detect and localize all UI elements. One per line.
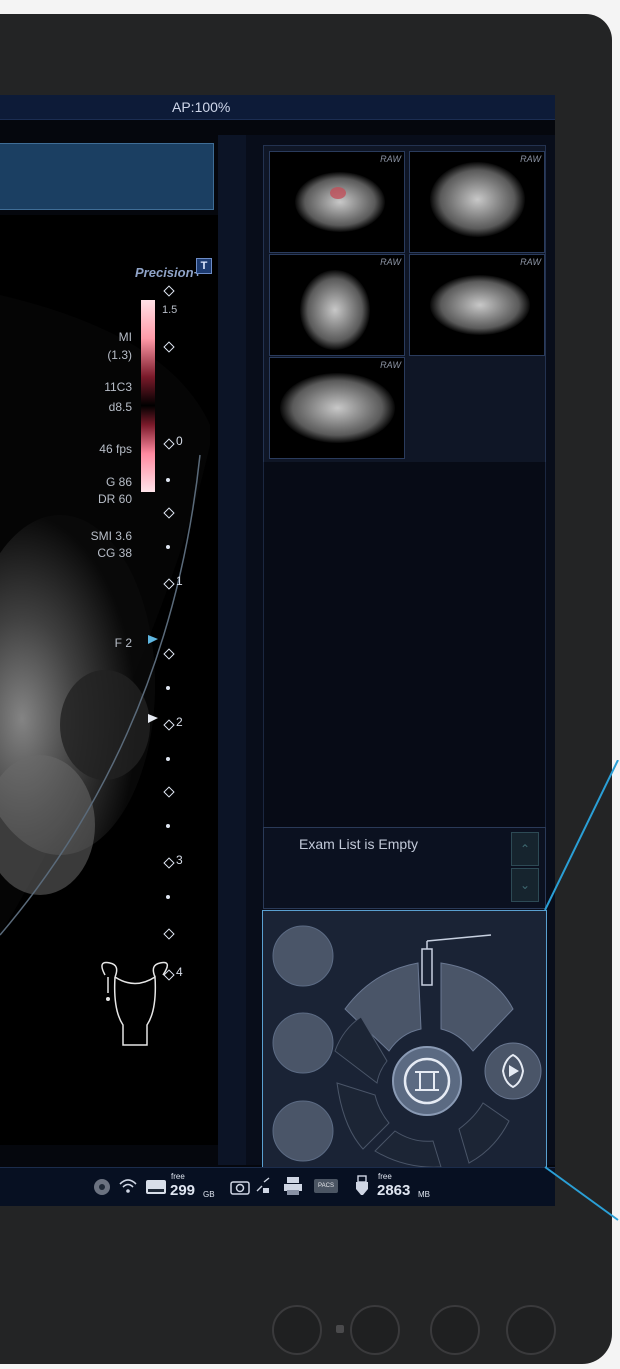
memory-free-label: free [378,1172,392,1181]
uterus-body-marker-icon[interactable] [95,955,175,1055]
callout-line-lower [544,1166,619,1221]
sector-top-right-button[interactable] [440,962,514,1052]
disk-free-value: 299 [170,1182,196,1199]
hard-disk-icon [146,1180,166,1194]
wifi-icon [119,1179,137,1193]
clipboard-thumbnail-panel: RAW RAW RAW RAW RAW [263,145,546,464]
thumbnail-raw-label: RAW [380,154,401,164]
param-frame-rate: 46 fps [99,442,132,456]
param-mi-label: MI [118,330,132,344]
param-gain: G 86 [105,475,132,489]
exam-list-down-button[interactable]: ⌄ [511,868,539,902]
bottom-status-bar: free 299 GB PACS free 2863 MB [0,1167,555,1206]
usb-memory-icon [356,1175,368,1195]
image-frame-divider [218,135,246,1165]
hardware-button-2[interactable] [350,1305,400,1355]
image-list-area [263,462,546,828]
soft-key-2-button[interactable] [272,1012,334,1074]
disk-free-label: free [171,1172,185,1181]
sector-lower-right-button[interactable] [458,1102,510,1164]
camera-icon[interactable] [230,1178,250,1196]
depth-label: 2 [176,715,183,729]
soft-key-3-button[interactable] [272,1100,334,1162]
exam-list-up-button[interactable]: ⌃ [511,832,539,866]
soft-key-1-button[interactable] [272,925,334,987]
thumbnail-image[interactable]: RAW [269,254,405,356]
param-smi: SMI 3.6 [90,529,132,543]
thumbnail-raw-label: RAW [380,257,401,267]
touch-control-panel [262,910,547,1170]
depth-label: 4 [176,965,183,979]
param-mi-value: (1.3) [107,348,132,362]
top-status-bar: AP:100% [0,95,555,120]
depth-tick [166,824,170,828]
hardware-button-1[interactable] [272,1305,322,1355]
focus-position-icon [148,714,158,723]
network-transfer-icon [256,1177,270,1193]
power-indicator-icon [336,1325,344,1333]
chevron-down-icon: ⌄ [519,878,531,892]
pacs-badge[interactable]: PACS [314,1179,338,1193]
acoustic-power-readout: AP:100% [172,99,231,115]
thumbnail-image[interactable]: RAW [409,151,545,253]
hardware-button-4[interactable] [506,1305,556,1355]
depth-tick [166,545,170,549]
thumbnail-raw-label: RAW [380,360,401,370]
disk-free-unit: GB [203,1190,215,1199]
sector-lower-left-button[interactable] [336,1082,390,1150]
depth-label: 1 [176,574,183,588]
depth-tick [166,686,170,690]
color-scale-top-label: 1.5 [162,304,178,316]
exam-list-empty-message: Exam List is Empty [299,836,419,852]
thumbnail-image[interactable]: RAW [269,151,405,253]
chevron-up-icon: ⌃ [519,842,531,856]
hdd-activity-icon [94,1179,110,1195]
param-dynamic-range: DR 60 [97,492,132,506]
depth-tick [166,478,170,482]
hardware-button-3[interactable] [430,1305,480,1355]
precision-plus-logo: Precision+ [135,265,202,280]
depth-tick [166,757,170,761]
memory-free-unit: MB [418,1190,430,1199]
cine-center-button[interactable] [392,1046,462,1116]
thumbnail-image[interactable]: RAW [269,357,405,459]
probe-indicator-icon [421,948,433,986]
text-annotation-button[interactable]: T [196,258,212,274]
control-wheel [272,925,542,1168]
param-focus: F 2 [114,636,132,650]
pacs-label: PACS [318,1183,334,1189]
memory-free-value: 2863 [377,1182,411,1199]
depth-label: 0 [176,434,183,448]
thumbnail-raw-label: RAW [520,154,541,164]
focus-marker-icon [148,635,158,644]
color-scale-bar [141,300,155,492]
param-probe: 11C3 [104,380,132,394]
image-header-tab[interactable] [0,143,214,210]
depth-label: 3 [176,853,183,867]
depth-tick [166,895,170,899]
printer-icon[interactable] [282,1176,304,1196]
param-depth: d8.5 [108,400,132,414]
callout-line [544,760,619,911]
param-color-gain: CG 38 [97,546,132,560]
sector-bottom-button[interactable] [374,1130,442,1168]
thumbnail-raw-label: RAW [520,257,541,267]
thumbnail-image[interactable]: RAW [409,254,545,356]
exam-list-panel: Exam List is Empty ⌃ ⌄ [263,827,546,909]
